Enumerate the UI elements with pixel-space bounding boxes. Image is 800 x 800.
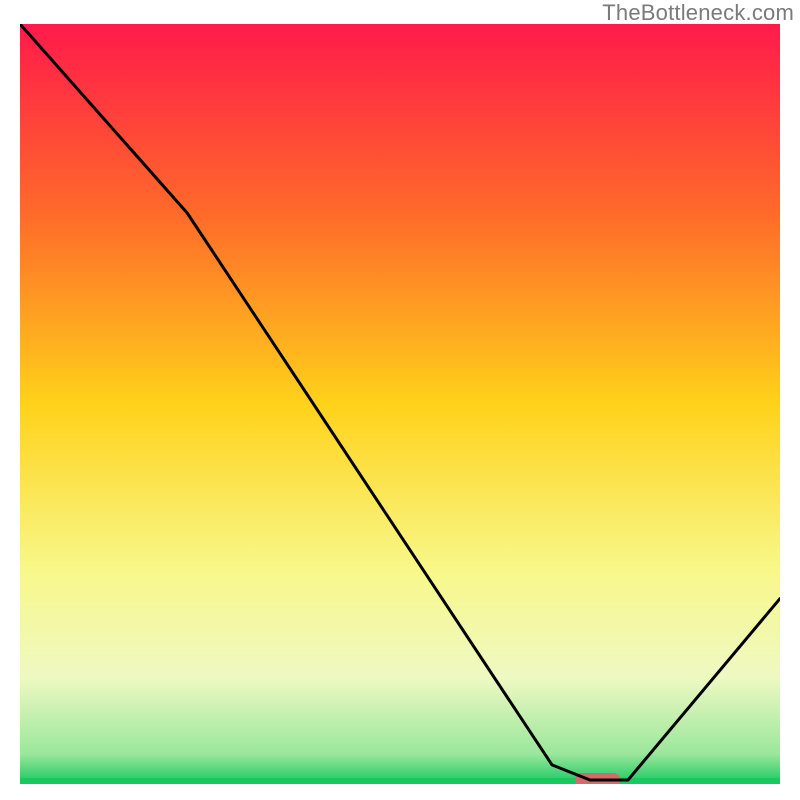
watermark-text: TheBottleneck.com: [602, 0, 794, 26]
plot-area: [20, 24, 780, 784]
chart-svg: [20, 24, 780, 784]
gradient-background: [20, 24, 780, 784]
baseline-strip: [20, 778, 780, 784]
chart-container: TheBottleneck.com: [0, 0, 800, 800]
